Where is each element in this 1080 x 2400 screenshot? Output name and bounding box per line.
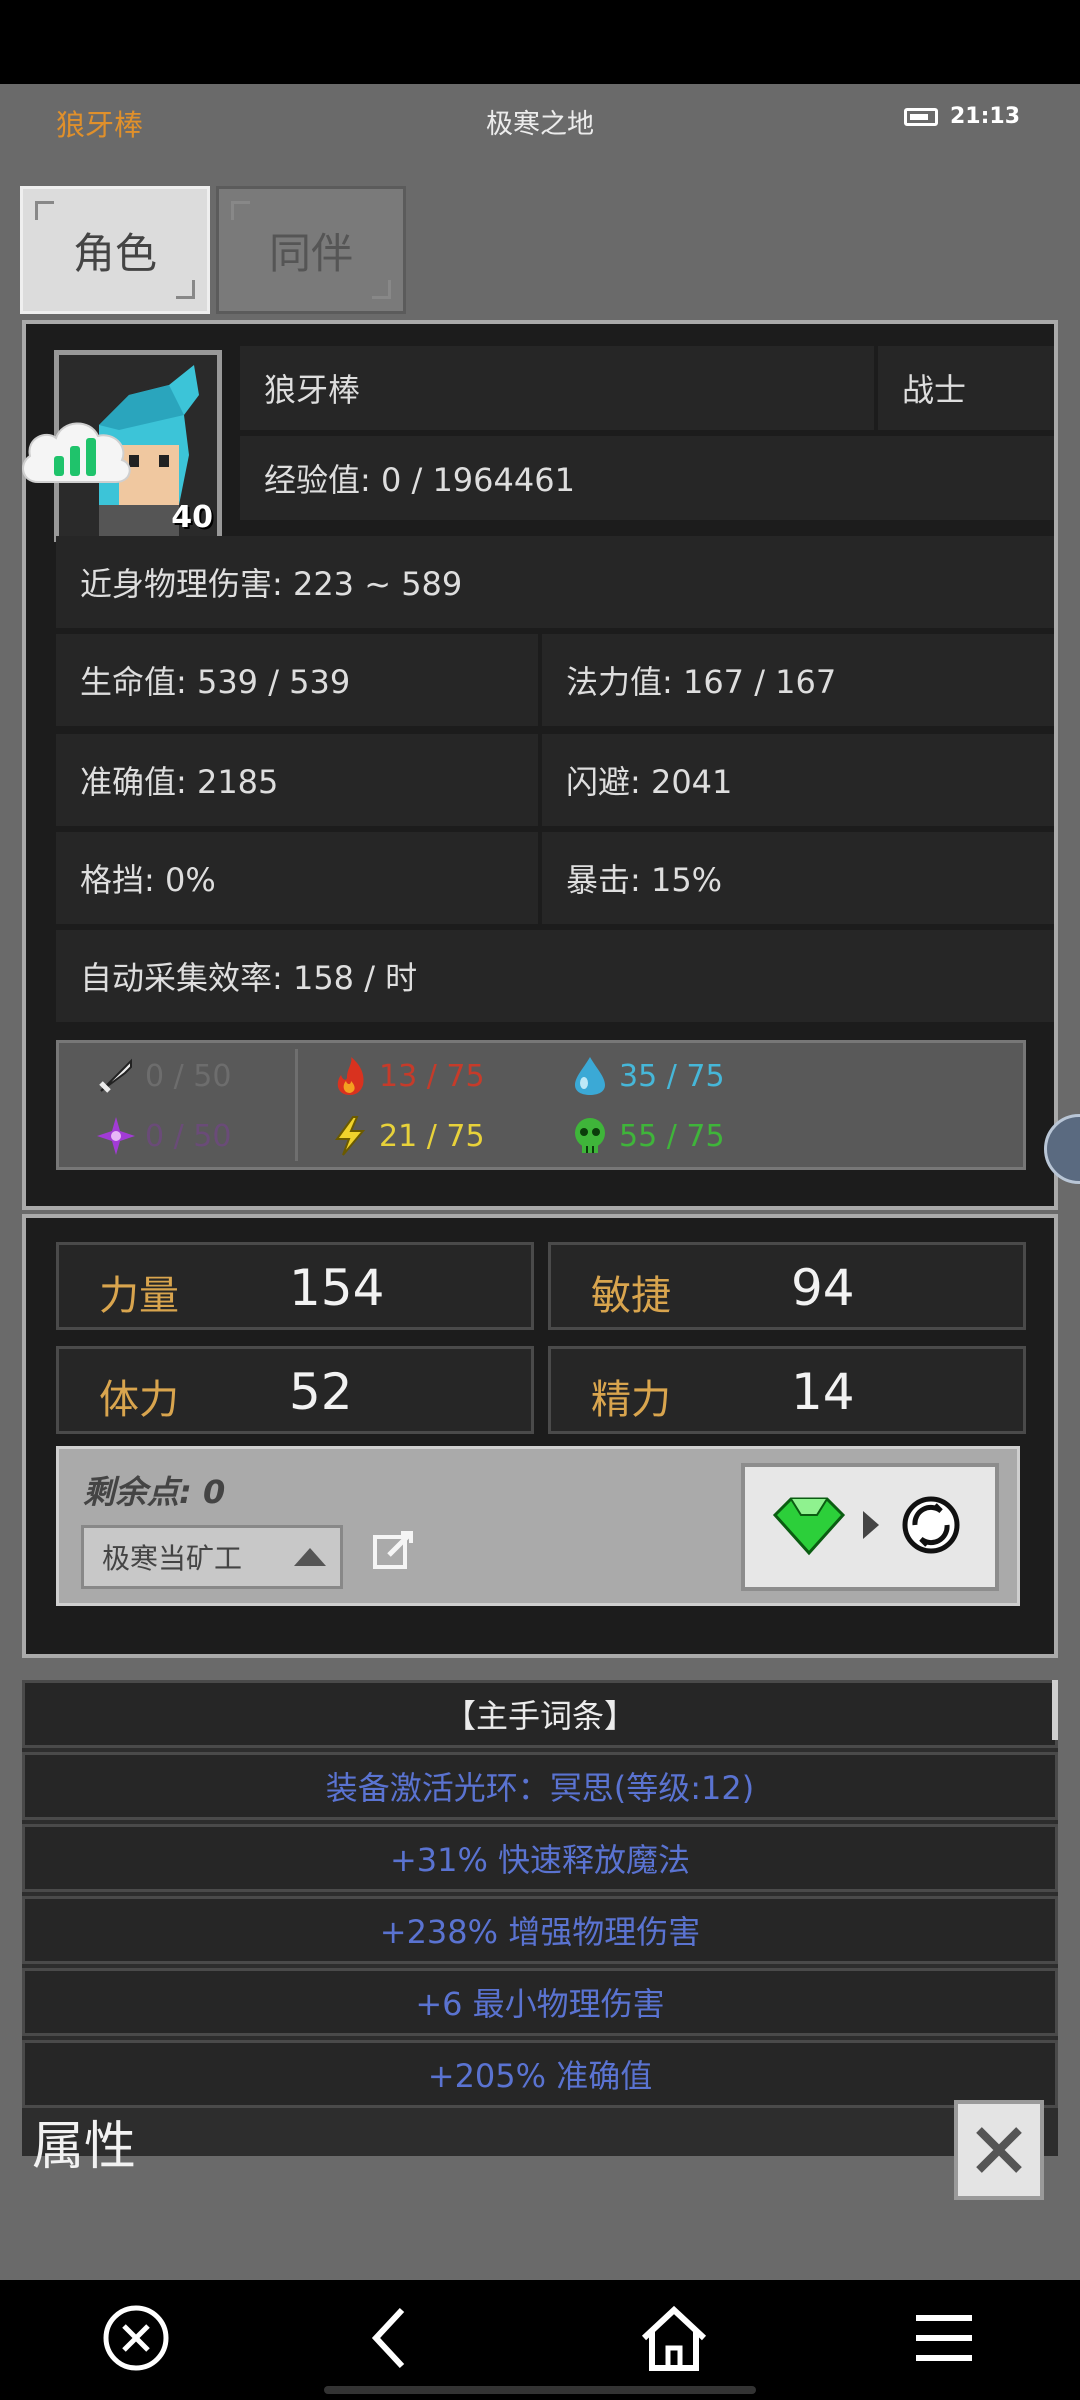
skill-points-box: 剩余点: 0 极寒当矿工 [56,1446,1020,1606]
attribute-strength-label: 力量 [99,1273,179,1319]
block-row: 格挡: 0% [56,832,538,924]
resistance-cold: 35 / 75 [569,1055,725,1097]
affix-header: 【主手词条】 [22,1680,1058,1748]
affix-header-text: 【主手词条】 [443,1697,636,1735]
game-screen: 狼牙棒 极寒之地 21:13 角色 同伴 40 狼牙棒 战士 经验值: 0 / … [0,84,1080,2280]
affix-item: +238% 增强物理伤害 [22,1896,1058,1964]
accuracy-row: 准确值: 2185 [56,734,538,826]
lightning-icon [335,1116,366,1156]
resistance-fire-value: 13 / 75 [379,1058,485,1094]
attribute-agility-label: 敏捷 [591,1273,671,1319]
resistance-lightning: 21 / 75 [329,1115,485,1157]
game-status-bar: 狼牙棒 极寒之地 21:13 [0,84,1080,160]
status-right: 21:13 [903,104,1020,129]
gesture-pill [324,2386,756,2394]
tab-character-label: 角色 [72,228,157,278]
attribute-strength: 力量 154 [56,1242,534,1330]
close-icon [976,2127,1022,2173]
affix-item: +31% 快速释放魔法 [22,1824,1058,1892]
main-hand-affix-list[interactable]: 【主手词条】 装备激活光环：冥思(等级:12) +31% 快速释放魔法 +238… [22,1680,1058,2156]
character-name-text: 狼牙棒 [264,371,361,409]
top-black-bar [0,0,1080,84]
attribute-stamina-value: 52 [289,1363,353,1421]
fire-icon [337,1057,364,1095]
preset-dropdown-value: 极寒当矿工 [102,1542,243,1575]
gather-rate-text: 自动采集效率: 158 / 时 [80,959,418,997]
tab-character[interactable]: 角色 [20,186,210,314]
dodge-text: 闪避: 2041 [566,763,733,801]
character-level: 40 [171,500,213,535]
attribute-energy-value: 14 [791,1363,855,1421]
affix-item-text: +238% 增强物理伤害 [379,1913,701,1951]
close-app-icon[interactable] [96,2298,176,2378]
edit-icon[interactable] [371,1529,415,1573]
mp-text: 法力值: 167 / 167 [566,663,837,701]
affix-item: +205% 准确值 [22,2040,1058,2108]
remaining-points: 剩余点: 0 [83,1473,226,1511]
hp-text: 生命值: 539 / 539 [80,663,351,701]
affix-item-text: +31% 快速释放魔法 [389,1841,691,1879]
attribute-energy: 精力 14 [548,1346,1026,1434]
attribute-agility: 敏捷 94 [548,1242,1026,1330]
arcane-star-icon [97,1117,135,1155]
affix-item-text: +205% 准确值 [427,2057,653,2095]
attribute-stamina: 体力 52 [56,1346,534,1434]
attribute-energy-label: 精力 [591,1377,671,1423]
character-class-text: 战士 [902,371,967,409]
character-class: 战士 [878,346,1054,430]
resistance-arcane-value: 0 / 50 [145,1118,232,1154]
clock: 21:13 [949,104,1020,129]
resistance-lightning-value: 21 / 75 [379,1118,485,1154]
gem-exchange-graphic [772,1496,960,1556]
attribute-agility-value: 94 [791,1259,855,1317]
accuracy-text: 准确值: 2185 [80,763,279,801]
affix-item-text: 装备激活光环：冥思(等级:12) [325,1769,755,1807]
block-text: 格挡: 0% [80,861,216,899]
affix-item: 装备激活光环：冥思(等级:12) [22,1752,1058,1820]
crit-text: 暴击: 15% [566,861,723,899]
tab-companion-label: 同伴 [268,228,353,278]
affix-item: +6 最小物理伤害 [22,1968,1058,2036]
gather-rate-row: 自动采集效率: 158 / 时 [56,930,1054,1022]
poison-skull-icon [575,1118,605,1153]
resistance-physical-value: 0 / 50 [145,1058,232,1094]
tab-companion[interactable]: 同伴 [216,186,406,314]
sword-icon [99,1058,132,1093]
water-drop-icon [575,1057,605,1095]
menu-icon[interactable] [904,2298,984,2378]
hp-row: 生命值: 539 / 539 [56,634,538,726]
character-name: 狼牙棒 [240,346,874,430]
system-navigation-bar [0,2280,1080,2400]
melee-damage-row: 近身物理伤害: 223 ~ 589 [56,536,1054,628]
experience-row: 经验值: 0 / 1964461 [240,436,1054,520]
attributes-panel: 力量 154 敏捷 94 体力 52 精力 14 剩余点: 0 极寒当矿工 [22,1214,1058,1658]
close-button[interactable] [954,2100,1044,2200]
attribute-strength-value: 154 [289,1259,385,1317]
character-panel: 40 狼牙棒 战士 经验值: 0 / 1964461 近身物理伤害: 223 ~… [22,320,1058,1210]
resistance-cold-value: 35 / 75 [619,1058,725,1094]
crit-row: 暴击: 15% [542,832,1054,924]
back-icon[interactable] [352,2298,432,2378]
page-title: 属性 [32,2117,137,2177]
resistance-physical: 0 / 50 [95,1055,231,1097]
affix-scrollbar[interactable] [1052,1680,1058,1740]
chevron-up-icon [294,1548,326,1566]
mp-row: 法力值: 167 / 167 [542,634,1054,726]
resistance-divider [295,1049,298,1161]
attribute-stamina-label: 体力 [99,1377,179,1423]
resistance-arcane: 0 / 50 [95,1115,231,1157]
cloud-stats-icon[interactable] [16,404,136,494]
dodge-row: 闪避: 2041 [542,734,1054,826]
home-icon[interactable] [634,2298,714,2378]
battery-icon [903,107,938,126]
gem-exchange-button[interactable] [741,1463,999,1591]
affix-item-text: +6 最小物理伤害 [415,1985,665,2023]
resistance-box: 0 / 50 13 / 75 35 / 75 0 / 50 21 / 75 55… [56,1040,1026,1170]
experience-text: 经验值: 0 / 1964461 [264,461,575,499]
melee-damage-text: 近身物理伤害: 223 ~ 589 [80,565,463,603]
resistance-fire: 13 / 75 [329,1055,485,1097]
preset-dropdown[interactable]: 极寒当矿工 [81,1525,343,1589]
resistance-poison: 55 / 75 [569,1115,725,1157]
resistance-poison-value: 55 / 75 [619,1118,725,1154]
